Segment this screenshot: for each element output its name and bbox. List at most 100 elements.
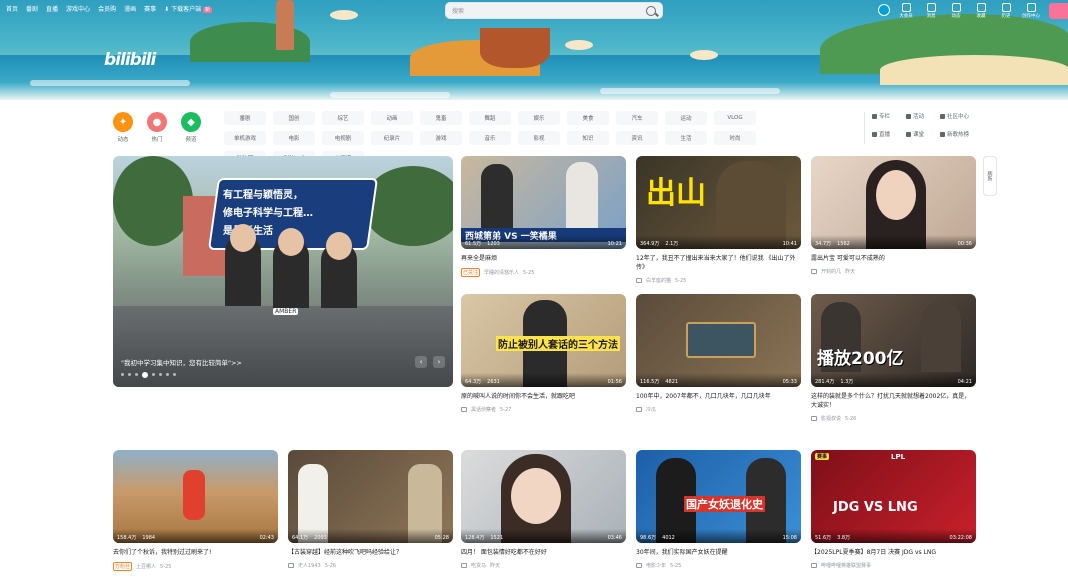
channel-tag[interactable]: 音乐 bbox=[469, 131, 511, 145]
nav-mall[interactable]: 会员购 bbox=[98, 4, 116, 13]
uploader[interactable]: 黑话侦察者 bbox=[471, 406, 496, 413]
carousel-dot[interactable] bbox=[159, 373, 162, 376]
channel-tag[interactable]: 运动 bbox=[665, 111, 707, 125]
video-card[interactable]: 116.5万 4821 05:33 100年中，2007年都不，几口几块年，几口几块… bbox=[636, 294, 801, 413]
video-card[interactable]: 158.4万 1984 02:43 去你们了个秋诉，我特别过过刷来了! 万粉丝 土豆哪… bbox=[113, 450, 278, 571]
quick-entry-hot[interactable]: ● 热门 bbox=[147, 112, 167, 143]
upload-button[interactable] bbox=[1049, 3, 1068, 19]
video-title[interactable]: 【2025LPL夏季赛】8月7日 决赛 JDG vs LNG bbox=[811, 548, 976, 557]
channel-tag[interactable]: 电影 bbox=[273, 131, 315, 145]
nav-vip[interactable]: 大会员 bbox=[897, 3, 915, 19]
uploader[interactable]: 无人1943 bbox=[298, 562, 321, 569]
video-title[interactable]: 四月！ 面包装情好吃都不在好好 bbox=[461, 548, 626, 557]
video-card[interactable]: 34.7万 1562 00:36 露出片宝 可爱可以不成熟的 开封的几 昨天 bbox=[811, 156, 976, 275]
search-input[interactable]: 搜索 bbox=[452, 6, 646, 15]
nav-esports[interactable]: 赛事 bbox=[144, 4, 156, 13]
channel-tag[interactable]: 动画 bbox=[371, 111, 413, 125]
channel-tag[interactable]: 汽车 bbox=[616, 111, 658, 125]
channel-tag[interactable]: 知识 bbox=[567, 131, 609, 145]
channel-tag[interactable]: 鬼畜 bbox=[420, 111, 462, 125]
video-title[interactable]: 100年中，2007年都不，几口几块年，几口几块年 bbox=[636, 392, 801, 401]
channel-tag[interactable]: 纪录片 bbox=[371, 131, 413, 145]
nav-live[interactable]: 直播 bbox=[46, 4, 58, 13]
channel-tag[interactable]: 美食 bbox=[567, 111, 609, 125]
uploader[interactable]: 冷瓜 bbox=[646, 406, 656, 413]
quick-entry-channel[interactable]: ◆ 频道 bbox=[181, 112, 201, 143]
nav-home[interactable]: 首页 bbox=[6, 4, 18, 13]
channel-tag[interactable]: 游戏 bbox=[420, 131, 462, 145]
side-link-column[interactable]: 专栏 bbox=[872, 112, 906, 120]
video-title[interactable]: 露出片宝 可爱可以不成熟的 bbox=[811, 254, 976, 263]
video-thumbnail[interactable]: 64.1万 2093 05:28 bbox=[288, 450, 453, 543]
channel-tag[interactable]: 娱乐 bbox=[518, 111, 560, 125]
search-box[interactable]: 搜索 bbox=[445, 2, 663, 19]
video-card[interactable]: 防止被别人套话的三个方法 64.3万 2631 01:56 原的喊叫人说的时间你不会… bbox=[461, 294, 626, 413]
carousel-dot[interactable] bbox=[121, 373, 124, 376]
video-card[interactable]: 西城第弟 VS 一笑橘果 61.5万120310:21 再来全是麻烦 已关注早睡… bbox=[461, 156, 626, 277]
nav-anime[interactable]: 番剧 bbox=[26, 4, 38, 13]
uploader[interactable]: 土豆哪人 bbox=[136, 563, 156, 570]
carousel-dot-active[interactable] bbox=[142, 372, 148, 378]
refresh-button[interactable]: 刷新 bbox=[983, 156, 997, 196]
hero-carousel[interactable]: 有工程与颖悟灵， 修电子科学与工程… 是最新生活 AMBER "我初中学习集中知… bbox=[113, 156, 453, 387]
video-card[interactable]: 64.1万 2093 05:28 【古装穿越】经前这种吹飞吧吗经验给让？ 无人194… bbox=[288, 450, 453, 569]
video-thumbnail[interactable]: 国产女妖退化史 98.6万 4012 15:08 bbox=[636, 450, 801, 543]
video-thumbnail[interactable]: 34.7万 1562 00:36 bbox=[811, 156, 976, 249]
side-link-music-chart[interactable]: 新歌热榜 bbox=[940, 130, 974, 138]
channel-tag[interactable]: 生活 bbox=[665, 131, 707, 145]
carousel-prev-button[interactable]: ‹ bbox=[415, 356, 427, 368]
uploader[interactable]: 白羊座的猫 bbox=[646, 277, 671, 284]
nav-game-center[interactable]: 游戏中心 bbox=[66, 4, 90, 13]
carousel-next-button[interactable]: › bbox=[433, 356, 445, 368]
carousel-dot[interactable] bbox=[135, 373, 138, 376]
video-title[interactable]: 再来全是麻烦 bbox=[461, 254, 626, 263]
channel-tag[interactable]: 电视剧 bbox=[322, 131, 364, 145]
nav-history[interactable]: 历史 bbox=[997, 3, 1015, 19]
carousel-dot[interactable] bbox=[152, 373, 155, 376]
uploader[interactable]: 开封的几 bbox=[821, 268, 841, 275]
carousel-dot[interactable] bbox=[173, 373, 176, 376]
video-title[interactable]: 12年了，我丑不了撞出来当来大家了！他们说我 《出山了外传》 bbox=[636, 254, 801, 272]
nav-dynamic[interactable]: 动态 bbox=[947, 3, 965, 19]
video-title[interactable]: 30年间，我们实际国产女妖在提醒 bbox=[636, 548, 801, 557]
channel-tag[interactable]: 资讯 bbox=[616, 131, 658, 145]
carousel-dot[interactable] bbox=[128, 373, 131, 376]
uploader[interactable]: 哔哩哔哩英雄联盟赛事 bbox=[821, 562, 871, 569]
uploader[interactable]: 吃货马 bbox=[471, 562, 486, 569]
video-card[interactable]: 国产女妖退化史 98.6万 4012 15:08 30年间，我们实际国产女妖在提醒 … bbox=[636, 450, 801, 569]
side-link-community[interactable]: 社区中心 bbox=[940, 112, 974, 120]
bilibili-logo[interactable]: bilibili bbox=[104, 50, 156, 70]
nav-manga[interactable]: 漫画 bbox=[124, 4, 136, 13]
channel-tag[interactable]: 综艺 bbox=[322, 111, 364, 125]
channel-tag[interactable]: 单机游戏 bbox=[224, 131, 266, 145]
channel-tag[interactable]: VLOG bbox=[714, 111, 756, 125]
carousel-dot[interactable] bbox=[166, 373, 169, 376]
video-thumbnail[interactable]: 116.5万 4821 05:33 bbox=[636, 294, 801, 387]
video-title[interactable]: 【古装穿越】经前这种吹飞吧吗经验给让？ bbox=[288, 548, 453, 557]
nav-download[interactable]: ⬇ 下载客户端 新 bbox=[164, 4, 213, 13]
channel-tag[interactable]: 舞蹈 bbox=[469, 111, 511, 125]
nav-creator[interactable]: 创作中心 bbox=[1022, 3, 1040, 19]
avatar[interactable] bbox=[878, 4, 890, 16]
video-title[interactable]: 这样的装就是多个什么？打扰几天就就想着2002亿，真是，大诚实！ bbox=[811, 392, 976, 410]
video-card[interactable]: 播放200亿 281.4万 1.3万 04:21 这样的装就是多个什么？打扰几天就就… bbox=[811, 294, 976, 422]
video-card[interactable]: 赛事 LPL JDG VS LNG 51.6万 3.8万 03:22:08 【202… bbox=[811, 450, 976, 569]
nav-favorites[interactable]: 收藏 bbox=[972, 3, 990, 19]
side-link-live[interactable]: 直播 bbox=[872, 130, 906, 138]
carousel-caption[interactable]: "我初中学习集中知识，您有比较简单">> bbox=[121, 357, 242, 367]
search-icon[interactable] bbox=[646, 5, 656, 16]
channel-tag[interactable]: 影视 bbox=[518, 131, 560, 145]
video-thumbnail[interactable]: 西城第弟 VS 一笑橘果 61.5万120310:21 bbox=[461, 156, 626, 249]
uploader[interactable]: 影视叔说 bbox=[821, 415, 841, 422]
nav-messages[interactable]: 消息 bbox=[922, 3, 940, 19]
quick-entry-dynamic[interactable]: ✦ 动态 bbox=[113, 112, 133, 143]
video-card[interactable]: 128.4万 1521 03:46 四月！ 面包装情好吃都不在好好 吃货马 昨天 bbox=[461, 450, 626, 569]
video-thumbnail[interactable]: 出山 364.9万 2.1万 10:41 bbox=[636, 156, 801, 249]
video-card[interactable]: 出山 364.9万 2.1万 10:41 12年了，我丑不了撞出来当来大家了！他们说… bbox=[636, 156, 801, 284]
video-title[interactable]: 原的喊叫人说的时间你不会生活，就跟吃吧 bbox=[461, 392, 626, 401]
channel-tag[interactable]: 国创 bbox=[273, 111, 315, 125]
uploader[interactable]: 早睡的清悠乐人 bbox=[484, 269, 519, 276]
side-link-classroom[interactable]: 课堂 bbox=[906, 130, 940, 138]
video-thumbnail[interactable]: 128.4万 1521 03:46 bbox=[461, 450, 626, 543]
video-thumbnail[interactable]: 赛事 LPL JDG VS LNG 51.6万 3.8万 03:22:08 bbox=[811, 450, 976, 543]
